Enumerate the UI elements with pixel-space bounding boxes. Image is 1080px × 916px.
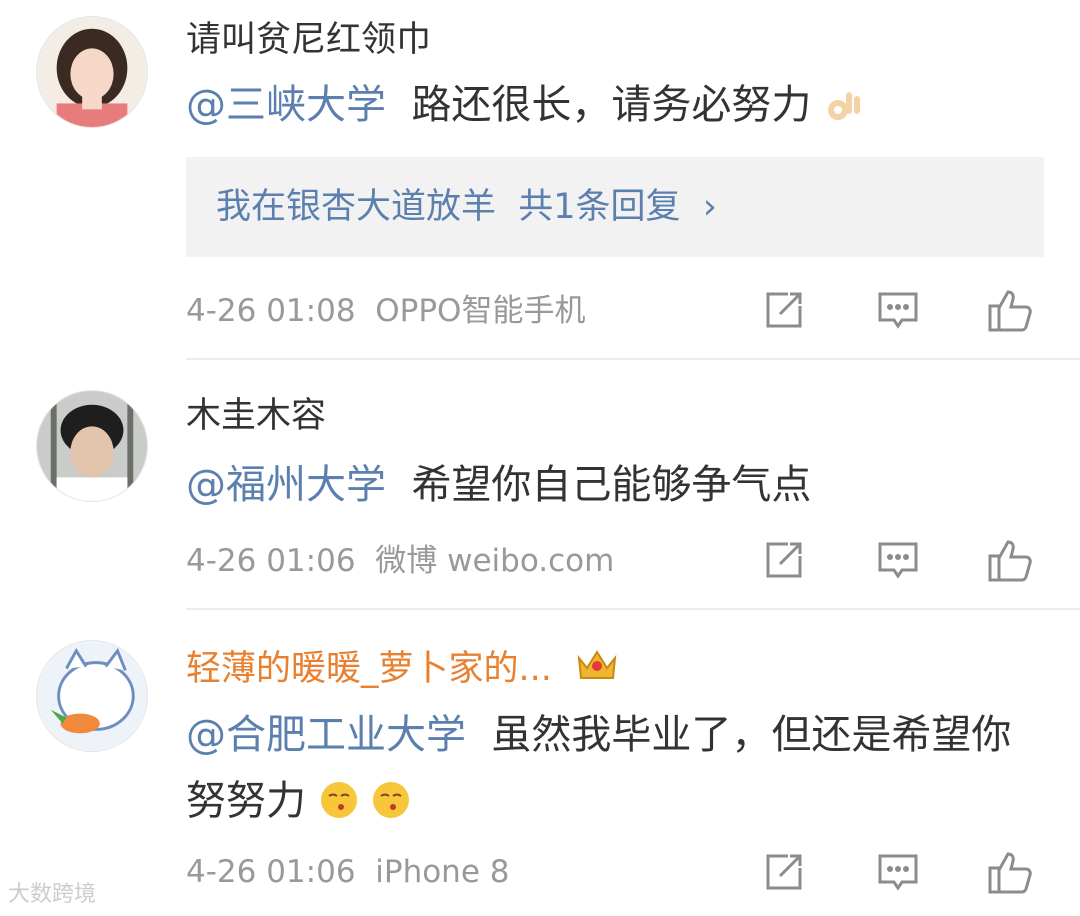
comment-item: 轻薄的暖暖_萝卜家的... @合肥工业大学 虽然我毕业了，但还是希望你努努力 4… bbox=[0, 610, 1080, 916]
username[interactable]: 轻薄的暖暖_萝卜家的... bbox=[186, 644, 619, 691]
comment-body: 路还很长，请务必努力 bbox=[411, 82, 812, 128]
comment-item: 木圭木容 @福州大学 希望你自己能够争气点 4-26 01:06 微博 weib… bbox=[0, 360, 1080, 610]
avatar[interactable] bbox=[36, 390, 148, 502]
comment-icon[interactable] bbox=[874, 848, 922, 896]
mention-link[interactable]: @合肥工业大学 bbox=[186, 712, 466, 758]
username-text[interactable]: 轻薄的暖暖_萝卜家的... bbox=[186, 649, 552, 689]
reply-summary[interactable]: 我在银杏大道放羊 共1条回复 › bbox=[186, 157, 1044, 257]
comment-item: 请叫贫尼红领巾 @三峡大学 路还很长，请务必努力 我在银杏大道放羊 共1条回复 … bbox=[0, 0, 1080, 360]
source: 微博 weibo.com bbox=[375, 543, 615, 579]
thumbs-up-icon[interactable] bbox=[986, 286, 1034, 334]
avatar[interactable] bbox=[36, 16, 148, 128]
crown-icon bbox=[575, 644, 619, 684]
mention-link[interactable]: @三峡大学 bbox=[186, 82, 386, 128]
timestamp: 4-26 01:08 bbox=[186, 293, 356, 329]
comment-text: @三峡大学 路还很长，请务必努力 bbox=[186, 72, 1020, 138]
comment-text: @福州大学 希望你自己能够争气点 bbox=[186, 452, 1020, 518]
timestamp: 4-26 01:06 bbox=[186, 543, 356, 579]
avatar[interactable] bbox=[36, 640, 148, 752]
reply-user[interactable]: 我在银杏大道放羊 bbox=[216, 187, 496, 227]
comment-meta: 4-26 01:08 OPPO智能手机 bbox=[186, 291, 585, 331]
repost-icon[interactable] bbox=[760, 536, 808, 584]
reply-count[interactable]: 共1条回复 bbox=[518, 187, 680, 227]
source: iPhone 8 bbox=[375, 854, 510, 890]
comment-icon[interactable] bbox=[874, 286, 922, 334]
repost-icon[interactable] bbox=[760, 848, 808, 896]
ok-hand-icon bbox=[824, 78, 864, 120]
comment-text: @合肥工业大学 虽然我毕业了，但还是希望你努努力 bbox=[186, 702, 1020, 834]
repost-icon[interactable] bbox=[760, 286, 808, 334]
kiss-face-icon bbox=[319, 774, 359, 818]
watermark: 大数跨境 bbox=[8, 882, 97, 907]
kiss-face-icon bbox=[371, 774, 411, 818]
comment-meta: 4-26 01:06 iPhone 8 bbox=[186, 852, 509, 892]
chevron-right-icon: › bbox=[702, 187, 717, 227]
username[interactable]: 木圭木容 bbox=[186, 394, 326, 438]
timestamp: 4-26 01:06 bbox=[186, 854, 356, 890]
username[interactable]: 请叫贫尼红领巾 bbox=[186, 18, 431, 62]
thumbs-up-icon[interactable] bbox=[986, 536, 1034, 584]
comment-icon[interactable] bbox=[874, 536, 922, 584]
comment-meta: 4-26 01:06 微博 weibo.com bbox=[186, 541, 614, 581]
thumbs-up-icon[interactable] bbox=[986, 848, 1034, 896]
comment-body: 希望你自己能够争气点 bbox=[411, 462, 812, 508]
source: OPPO智能手机 bbox=[375, 293, 586, 329]
mention-link[interactable]: @福州大学 bbox=[186, 462, 386, 508]
